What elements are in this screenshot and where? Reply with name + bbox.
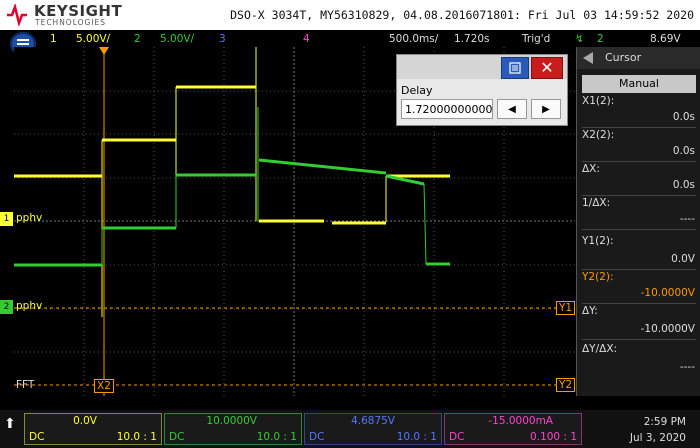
ch4-coupling: DC [449,431,465,443]
dx-value: 0.0s [672,179,695,191]
clock-date: Jul 3, 2020 [629,432,686,444]
ch1-label: pphv [16,212,43,224]
ch1-offset: 0.0V [73,415,97,427]
cursor-panel-tab[interactable]: Cursor [577,47,700,69]
ch3-offset: 4.6875V [351,415,395,427]
dy-value: -10.0000V [640,323,695,335]
ch3-coupling: DC [309,431,325,443]
header-bar: KEYSIGHT TECHNOLOGIES DSO-X 3034T, MY563… [0,0,700,30]
x1-value[interactable]: 0.0s [673,111,695,123]
timebase-scale[interactable]: 500.0ms/ [389,33,438,45]
x2-value[interactable]: 0.0s [673,145,695,157]
menu-icon [509,62,521,74]
trigger-channel[interactable]: 2 [597,33,604,45]
delay-dialog-close-button[interactable]: ✕ [531,57,563,79]
trigger-level[interactable]: 8.69V [650,33,681,45]
ch1-number[interactable]: 1 [50,33,57,45]
ch1-probe-ratio: 10.0 : 1 [116,431,157,443]
ch2-scale[interactable]: 5.00V/ [160,33,194,45]
expand-up-icon[interactable]: ⬆ [4,416,18,442]
ch2-number[interactable]: 2 [134,33,141,45]
y2-label: Y2(2): [582,271,614,283]
ch1-coupling: DC [29,431,45,443]
model-info: DSO-X 3034T, MY56310829, 04.08.201607180… [230,8,694,22]
fft-label: FFT [16,379,35,391]
delay-decrease-button[interactable]: ◀ [497,99,527,119]
ch3-status-cell[interactable]: 4.6875V DC 10.0 : 1 [304,413,442,445]
timebase-delay[interactable]: 1.720s [454,33,490,45]
delay-dialog-menu-button[interactable] [501,57,529,79]
trigger-edge-icon: ↯ [575,33,584,45]
y1-label: Y1(2): [582,235,614,247]
ch2-probe-ratio: 10.0 : 1 [256,431,297,443]
ch4-probe-ratio: 0.100 : 1 [530,431,577,443]
delay-increase-button[interactable]: ▶ [531,99,561,119]
ch2-coupling: DC [169,431,185,443]
clock-time: 2:59 PM [643,416,686,428]
cursor-x2-label[interactable]: X2 [94,379,114,393]
inv-dx-label: 1/ΔX: [582,197,611,209]
ch4-number[interactable]: 4 [303,33,310,45]
bottom-bar: ⬆ 0.0V DC 10.0 : 1 10.0000V DC 10.0 : 1 … [0,410,700,448]
cursor-y2-label[interactable]: Y2 [556,378,576,392]
ch2-ground-marker[interactable]: 2 [0,300,13,314]
dydx-value: ---- [679,361,695,373]
ch4-status-cell[interactable]: -15.0000mA DC 0.100 : 1 [444,413,582,445]
ch2-offset: 10.0000V [206,415,257,427]
y1-value[interactable]: 0.0V [671,253,695,265]
delay-field-label: Delay [401,84,433,97]
x1-label: X1(2): [582,95,615,107]
cursor-mode-button[interactable]: Manual [582,75,696,93]
status-divider [0,398,700,410]
collapse-arrow-icon [583,52,593,64]
brand-subtitle: TECHNOLOGIES [35,18,107,27]
trigger-status: Trig'd [522,33,551,45]
keysight-logo-icon [7,4,27,26]
ch3-probe-ratio: 10.0 : 1 [396,431,437,443]
dx-label: ΔX: [582,163,600,175]
delay-value-input[interactable]: 1.72000000000000s [401,99,493,119]
ch4-offset: -15.0000mA [488,415,553,427]
dydx-label: ΔY/ΔX: [582,343,618,355]
x2-label: X2(2): [582,129,615,141]
cursor-panel: Cursor Manual X1(2): 0.0s X2(2): 0.0s ΔX… [576,47,700,396]
ch2-label: pphv [16,300,43,312]
ch2-status-cell[interactable]: 10.0000V DC 10.0 : 1 [164,413,302,445]
ch3-number[interactable]: 3 [219,33,226,45]
cursor-panel-title: Cursor [605,51,642,64]
inv-dx-value: ---- [679,213,695,225]
cursor-y1-label[interactable]: Y1 [556,301,576,315]
ch1-scale[interactable]: 5.00V/ [76,33,110,45]
dy-label: ΔY: [582,305,598,317]
y2-value[interactable]: -10.0000V [641,287,695,299]
ch1-ground-marker[interactable]: 1 [0,212,13,226]
delay-dialog: ✕ Delay 1.72000000000000s ◀ ▶ [396,54,568,126]
ch1-status-cell[interactable]: 0.0V DC 10.0 : 1 [24,413,162,445]
